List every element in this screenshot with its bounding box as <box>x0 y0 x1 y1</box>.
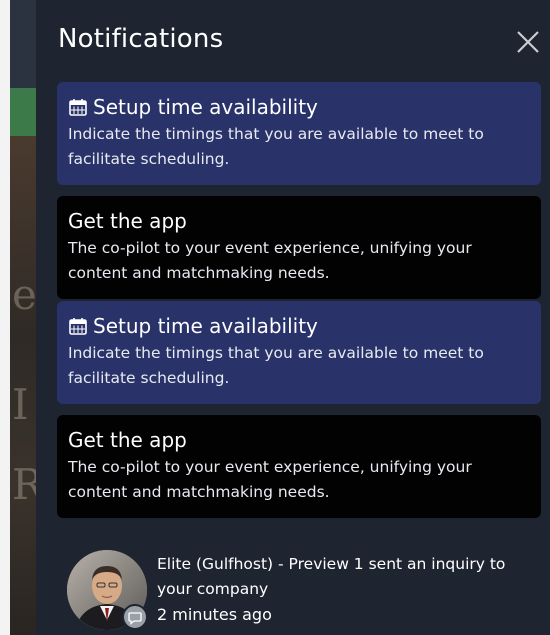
chat-badge <box>122 604 148 630</box>
notification-title-text: Get the app <box>68 209 187 233</box>
close-icon <box>517 31 539 53</box>
notification-card-get-app[interactable]: Get the app The co-pilot to your event e… <box>57 415 541 518</box>
notification-title: Get the app <box>68 427 529 453</box>
notification-body: Indicate the timings that you are availa… <box>68 344 484 387</box>
calendar-icon <box>69 318 87 335</box>
notification-title-text: Setup time availability <box>93 95 318 119</box>
background-letter: e <box>12 270 36 319</box>
notification-body: The co-pilot to your event experience, u… <box>68 458 472 501</box>
notification-title-text: Get the app <box>68 428 187 452</box>
notification-title: Get the app <box>68 208 529 234</box>
inquiry-message: Elite (Gulfhost) - Preview 1 sent an inq… <box>157 555 506 598</box>
background-page: e I R <box>0 0 36 635</box>
notification-body: The co-pilot to your event experience, u… <box>68 239 472 282</box>
calendar-icon <box>69 99 87 116</box>
notification-card-availability[interactable]: Setup time availability Indicate the tim… <box>57 301 541 404</box>
inquiry-text: Elite (Gulfhost) - Preview 1 sent an inq… <box>157 552 537 627</box>
chat-icon <box>128 612 142 625</box>
inquiry-notification[interactable]: Elite (Gulfhost) - Preview 1 sent an inq… <box>67 548 537 635</box>
notification-title-text: Setup time availability <box>93 314 318 338</box>
notification-card-availability[interactable]: Setup time availability Indicate the tim… <box>57 82 541 185</box>
close-button[interactable] <box>514 28 542 56</box>
notifications-panel: Notifications Setup time availability In… <box>36 0 550 635</box>
background-banner <box>10 88 36 136</box>
notification-title: Setup time availability <box>68 313 529 339</box>
notification-card-get-app[interactable]: Get the app The co-pilot to your event e… <box>57 196 541 299</box>
panel-title: Notifications <box>58 24 224 54</box>
notification-body: Indicate the timings that you are availa… <box>68 125 484 168</box>
notification-title: Setup time availability <box>68 94 529 120</box>
background-letter: R <box>12 460 36 509</box>
background-letter: I <box>12 380 29 429</box>
inquiry-time: 2 minutes ago <box>157 605 272 624</box>
